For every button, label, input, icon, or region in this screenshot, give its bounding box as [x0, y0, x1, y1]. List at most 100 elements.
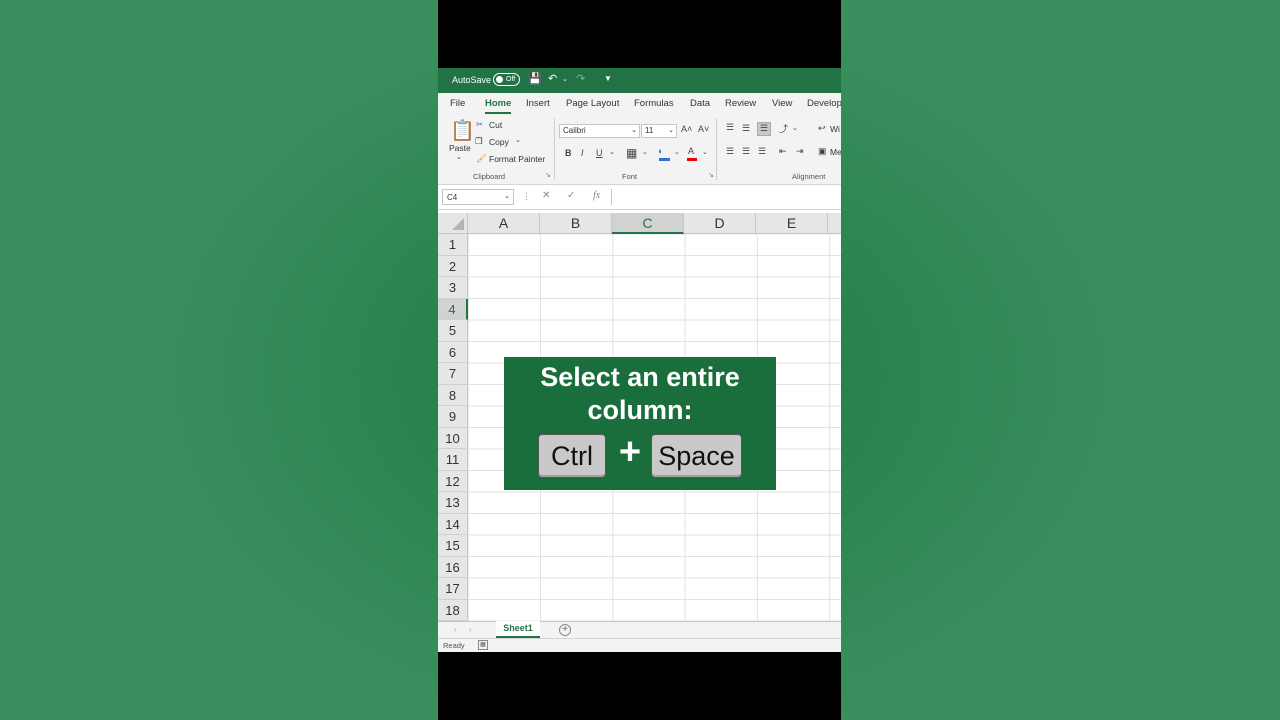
tab-data[interactable]: Data [690, 98, 710, 109]
column-header-e[interactable]: E [756, 213, 828, 234]
formula-input[interactable] [611, 189, 841, 205]
enter-icon: ✓ [567, 190, 576, 201]
tab-file[interactable]: File [450, 98, 465, 109]
align-right-icon[interactable]: ☰ [758, 146, 766, 157]
orientation-icon[interactable]: ⤴ [779, 122, 788, 135]
bottom-align-icon[interactable]: ☰ [757, 122, 771, 136]
fill-dropdown-icon[interactable]: ⌄ [674, 148, 680, 156]
row-header[interactable]: 12 [438, 470, 468, 492]
select-all-button[interactable] [438, 213, 468, 234]
copy-icon[interactable]: ❐ [475, 136, 483, 147]
row-header[interactable]: 1 [438, 234, 468, 256]
bold-button[interactable]: B [565, 148, 572, 158]
tab-home[interactable]: Home [485, 98, 512, 114]
wrap-text-icon[interactable]: ↩ [818, 123, 826, 134]
underline-dropdown-icon[interactable]: ⌄ [609, 148, 615, 156]
column-header-d[interactable]: D [684, 213, 756, 234]
grow-font-button[interactable]: A˄ [681, 124, 692, 134]
autosave-label: AutoSave [452, 75, 492, 85]
autosave-toggle[interactable]: Off [493, 73, 520, 86]
merge-center-button[interactable]: Me [830, 147, 841, 157]
row-header[interactable]: 18 [438, 599, 468, 621]
tab-developer[interactable]: Develop [807, 98, 841, 109]
sheet-tab-sheet1[interactable]: Sheet1 [496, 621, 540, 638]
row-header[interactable]: 3 [438, 277, 468, 299]
paste-label[interactable]: Paste [449, 143, 471, 153]
column-header-partial[interactable] [828, 213, 841, 234]
format-painter-icon[interactable]: 🖌 [476, 153, 487, 164]
row-header[interactable]: 16 [438, 556, 468, 578]
tab-insert[interactable]: Insert [526, 98, 550, 109]
merge-center-icon[interactable]: ▣ [818, 146, 827, 157]
paste-icon[interactable]: 📋 [450, 118, 475, 143]
paste-dropdown-icon[interactable]: ⌄ [456, 153, 462, 161]
cut-icon[interactable]: ✂ [476, 119, 483, 130]
status-ready: Ready [443, 641, 465, 650]
font-color-button[interactable]: A [688, 146, 694, 156]
row-header[interactable]: 14 [438, 513, 468, 535]
italic-button[interactable]: I [581, 148, 584, 158]
middle-align-icon[interactable]: ☰ [742, 123, 750, 134]
chevron-down-icon: ⌄ [668, 127, 674, 134]
column-header-c[interactable]: C [612, 213, 684, 234]
font-name-select[interactable]: Calibri ⌄ [559, 124, 640, 138]
macro-recording-icon[interactable]: ▦ [478, 640, 488, 650]
wrap-text-button[interactable]: Wi [830, 124, 840, 134]
shrink-font-button[interactable]: A˅ [698, 124, 709, 134]
alignment-group-label: Alignment [792, 172, 826, 181]
tab-formulas[interactable]: Formulas [634, 98, 674, 109]
increase-indent-icon[interactable]: ⇥ [796, 146, 804, 157]
formula-bar: C4 ⌄ ⋮ ✕ ✓ fx [438, 186, 841, 210]
row-header[interactable]: 15 [438, 535, 468, 557]
row-header[interactable]: 4 [438, 298, 468, 320]
phone-frame: AutoSave Off 💾 ↶ ⌄ ↷ ▼ File Home Insert … [438, 0, 841, 720]
ribbon-separator [554, 118, 555, 180]
row-header[interactable]: 9 [438, 406, 468, 428]
tab-page-layout[interactable]: Page Layout [566, 98, 619, 109]
top-align-icon[interactable]: ☰ [726, 122, 734, 133]
row-header[interactable]: 13 [438, 492, 468, 514]
add-sheet-button[interactable]: + [559, 624, 571, 636]
next-sheet-icon[interactable]: › [469, 625, 472, 634]
prev-sheet-icon[interactable]: ‹ [454, 625, 457, 634]
tab-view[interactable]: View [772, 98, 792, 109]
copy-button[interactable]: Copy [489, 137, 509, 147]
insert-function-button[interactable]: fx [593, 190, 600, 201]
chevron-down-icon: ⌄ [631, 127, 637, 134]
cut-button[interactable]: Cut [489, 120, 502, 130]
row-header[interactable]: 7 [438, 363, 468, 385]
font-color-dropdown-icon[interactable]: ⌄ [702, 148, 708, 156]
align-left-icon[interactable]: ☰ [726, 146, 734, 157]
fill-color-icon[interactable]: ◐ [658, 146, 663, 156]
undo-icon[interactable]: ↶ [548, 72, 557, 85]
font-launcher-icon[interactable]: ↘ [708, 171, 714, 179]
undo-dropdown-icon[interactable]: ⌄ [562, 75, 568, 83]
orientation-dropdown-icon[interactable]: ⌄ [792, 124, 798, 132]
row-header[interactable]: 2 [438, 255, 468, 277]
clipboard-launcher-icon[interactable]: ↘ [545, 171, 551, 179]
align-center-icon[interactable]: ☰ [742, 146, 750, 157]
format-painter-button[interactable]: Format Painter [489, 154, 545, 164]
borders-icon[interactable]: ▦ [626, 146, 637, 160]
customize-toolbar-icon[interactable]: ▼ [604, 74, 612, 83]
row-header[interactable]: 10 [438, 427, 468, 449]
space-key: Space [651, 434, 742, 478]
column-header-b[interactable]: B [540, 213, 612, 234]
row-header[interactable]: 8 [438, 384, 468, 406]
borders-dropdown-icon[interactable]: ⌄ [642, 148, 648, 156]
row-header[interactable]: 11 [438, 449, 468, 471]
tab-review[interactable]: Review [725, 98, 756, 109]
row-header[interactable]: 6 [438, 341, 468, 363]
toggle-label: Off [506, 76, 516, 83]
name-box[interactable]: C4 ⌄ [442, 189, 514, 205]
formula-bar-grip-icon: ⋮ [522, 191, 531, 201]
column-header-a[interactable]: A [468, 213, 540, 234]
decrease-indent-icon[interactable]: ⇤ [779, 146, 787, 157]
row-header[interactable]: 5 [438, 320, 468, 342]
underline-button[interactable]: U [596, 148, 603, 158]
copy-dropdown-icon[interactable]: ⌄ [515, 136, 521, 144]
row-header[interactable]: 17 [438, 578, 468, 600]
save-icon[interactable]: 💾 [528, 72, 542, 85]
font-size-select[interactable]: 11 ⌄ [641, 124, 677, 138]
ctrl-key: Ctrl [538, 434, 606, 478]
